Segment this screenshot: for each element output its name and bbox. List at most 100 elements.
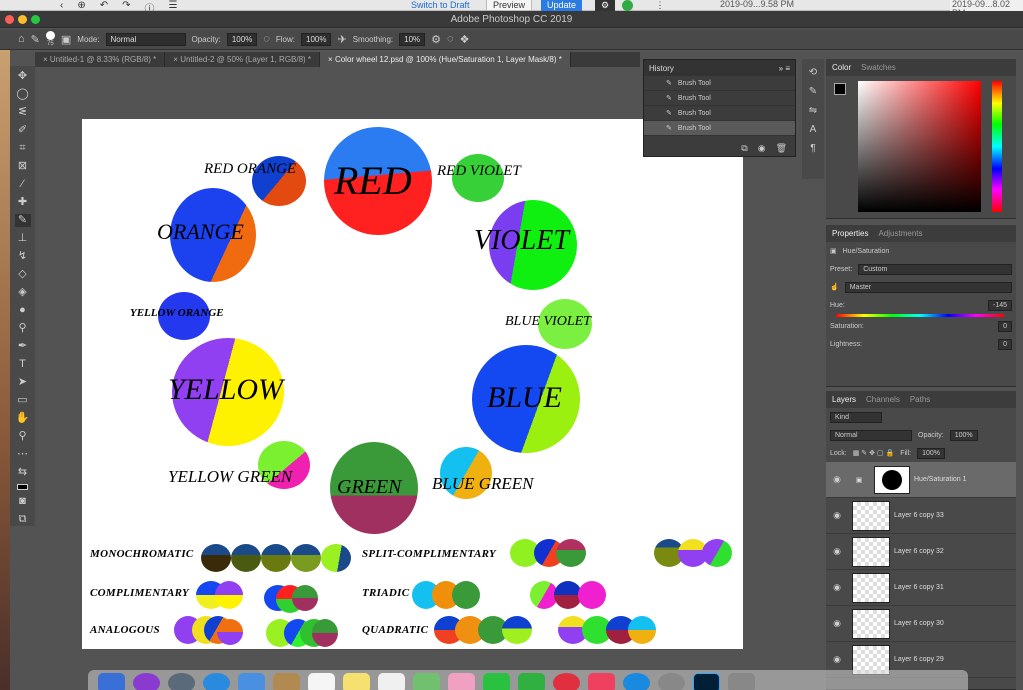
close-window-icon[interactable] (5, 15, 14, 24)
safari-icon[interactable] (203, 673, 230, 690)
photoshop-icon[interactable] (693, 673, 720, 690)
opacity-field[interactable]: 100% (226, 32, 258, 46)
panel-menu-icon[interactable]: » ≡ (779, 64, 790, 73)
move-tool-icon[interactable]: ✥ (15, 70, 31, 83)
siri-icon[interactable] (133, 673, 160, 690)
home-icon[interactable]: ⌂ (18, 33, 25, 45)
layer-row[interactable]: ◉ Layer 6 copy 32 (826, 534, 1016, 570)
marquee-tool-icon[interactable]: ◯ (15, 88, 31, 101)
news-icon[interactable] (553, 673, 580, 690)
adjust-panel-icon[interactable]: ⇋ (809, 105, 817, 116)
history-item[interactable]: ✎ Brush Tool (644, 121, 795, 136)
zoom-tool-icon[interactable]: ⚲ (15, 430, 31, 443)
tab-swatches[interactable]: Swatches (861, 63, 896, 72)
zoom-window-icon[interactable] (31, 15, 40, 24)
symmetry-icon[interactable]: ❖ (460, 33, 470, 46)
layer-row[interactable]: ◉ Layer 6 copy 33 (826, 498, 1016, 534)
plugin-icon[interactable] (622, 0, 633, 11)
snapshot-icon[interactable]: ◉ (758, 143, 766, 154)
foreground-color-swatch[interactable] (17, 484, 28, 490)
gear-icon[interactable]: ⚙ (595, 0, 615, 11)
reminders-icon[interactable] (378, 673, 405, 690)
layer-row[interactable]: ◉ Layer 6 copy 30 (826, 606, 1016, 642)
blur-tool-icon[interactable]: ● (15, 304, 31, 317)
kind-filter[interactable]: Kind (830, 411, 882, 423)
launchpad-icon[interactable] (168, 673, 195, 690)
hue-field[interactable]: -145 (987, 299, 1012, 311)
paragraph-panel-icon[interactable]: ¶ (810, 143, 815, 154)
flow-field[interactable]: 100% (301, 32, 332, 46)
maps-icon[interactable] (413, 673, 440, 690)
downloads-icon[interactable] (728, 673, 755, 690)
notes-icon[interactable] (343, 673, 370, 690)
tab-color[interactable]: Color (832, 63, 851, 72)
facetime-icon[interactable] (518, 673, 545, 690)
character-panel-icon[interactable]: A (810, 124, 817, 135)
finder-icon[interactable] (98, 673, 125, 690)
history-brush-tool-icon[interactable]: ↯ (15, 250, 31, 263)
channel-select[interactable]: Master (844, 281, 1012, 293)
saturation-value-field[interactable] (858, 81, 981, 212)
history-item[interactable]: ✎ Brush Tool (644, 106, 795, 121)
eyedropper-tool-icon[interactable]: ⁄ (15, 178, 31, 191)
targeted-adjustment-icon[interactable]: ☝ (830, 283, 839, 291)
quick-select-tool-icon[interactable]: ✐ (15, 124, 31, 137)
pressure-size-icon[interactable]: ◌ (447, 33, 454, 45)
calendar-icon[interactable] (308, 673, 335, 690)
brush-panel-icon[interactable]: ✎ (809, 86, 817, 97)
saturation-field[interactable]: 0 (998, 320, 1012, 332)
layer-mask-thumbnail[interactable] (874, 465, 910, 494)
update-button[interactable]: Update (541, 0, 583, 11)
tab-untitled-2[interactable]: × Untitled-2 @ 50% (Layer 1, RGB/8) * (165, 52, 321, 67)
tab-color-wheel[interactable]: × Color wheel 12.psd @ 100% (Hue/Saturat… (320, 52, 571, 67)
history-item[interactable]: ✎ Brush Tool (644, 91, 795, 106)
tab-layers[interactable]: Layers (832, 395, 856, 404)
history-item[interactable]: ✎ Brush Tool (644, 76, 795, 91)
history-panel-icon[interactable]: ⟲ (809, 67, 817, 78)
smoothing-gear-icon[interactable]: ⚙ (431, 33, 441, 46)
visibility-eye-icon[interactable]: ◉ (826, 510, 848, 521)
brush-tool-icon[interactable]: ✎ (31, 33, 40, 46)
crop-tool-icon[interactable]: ⌗ (15, 142, 31, 155)
music-icon[interactable] (588, 673, 615, 690)
visibility-eye-icon[interactable]: ◉ (826, 618, 848, 629)
brush-preset-picker[interactable]: 75 (45, 30, 55, 48)
system-preferences-icon[interactable] (658, 673, 685, 690)
hand-tool-icon[interactable]: ✋ (15, 412, 31, 425)
app-store-icon[interactable] (623, 673, 650, 690)
pressure-opacity-icon[interactable]: ◌ (263, 33, 270, 45)
layer-opacity-field[interactable]: 100% (949, 429, 978, 441)
more-icon[interactable]: ⋮ (650, 0, 670, 11)
swap-colors-icon[interactable]: ⇆ (15, 466, 31, 479)
minimize-window-icon[interactable] (18, 15, 27, 24)
layer-row[interactable]: ◉ Layer 6 copy 31 (826, 570, 1016, 606)
type-tool-icon[interactable]: T (15, 358, 31, 371)
healing-tool-icon[interactable]: ✚ (15, 196, 31, 209)
photos-icon[interactable] (448, 673, 475, 690)
blend-mode-select[interactable]: Normal (830, 429, 912, 441)
frame-tool-icon[interactable]: ⊠ (15, 160, 31, 173)
visibility-eye-icon[interactable]: ◉ (826, 546, 848, 557)
quick-mask-icon[interactable]: ◙ (15, 495, 31, 508)
tab-untitled-1[interactable]: × Untitled-1 @ 8.33% (RGB/8) * (35, 52, 166, 67)
trash-icon[interactable]: 🗑 (776, 143, 787, 154)
hue-slider[interactable] (992, 81, 1002, 212)
lock-icons[interactable]: ▦ ✎ ✥ ▢ 🔒 (853, 449, 894, 457)
mode-select[interactable]: Normal (105, 32, 186, 46)
pen-tool-icon[interactable]: ✒ (15, 340, 31, 353)
tab-channels[interactable]: Channels (866, 395, 900, 404)
contacts-icon[interactable] (273, 673, 300, 690)
lasso-tool-icon[interactable]: ᓬ (15, 106, 31, 119)
visibility-eye-icon[interactable]: ◉ (826, 654, 848, 665)
brush-tool-icon[interactable]: ✎ (14, 214, 31, 227)
layer-row[interactable]: ◉ ▣ Hue/Saturation 1 (826, 462, 1016, 498)
tab-adjustments[interactable]: Adjustments (878, 229, 922, 238)
rectangle-tool-icon[interactable]: ▭ (15, 394, 31, 407)
visibility-eye-icon[interactable]: ◉ (826, 582, 848, 593)
lightness-field[interactable]: 0 (998, 338, 1012, 350)
fill-field[interactable]: 100% (917, 447, 945, 459)
brush-settings-icon[interactable]: ▣ (61, 33, 71, 46)
dodge-tool-icon[interactable]: ⚲ (15, 322, 31, 335)
preset-select[interactable]: Custom (858, 263, 1012, 275)
preview-button[interactable]: Preview (486, 0, 533, 11)
